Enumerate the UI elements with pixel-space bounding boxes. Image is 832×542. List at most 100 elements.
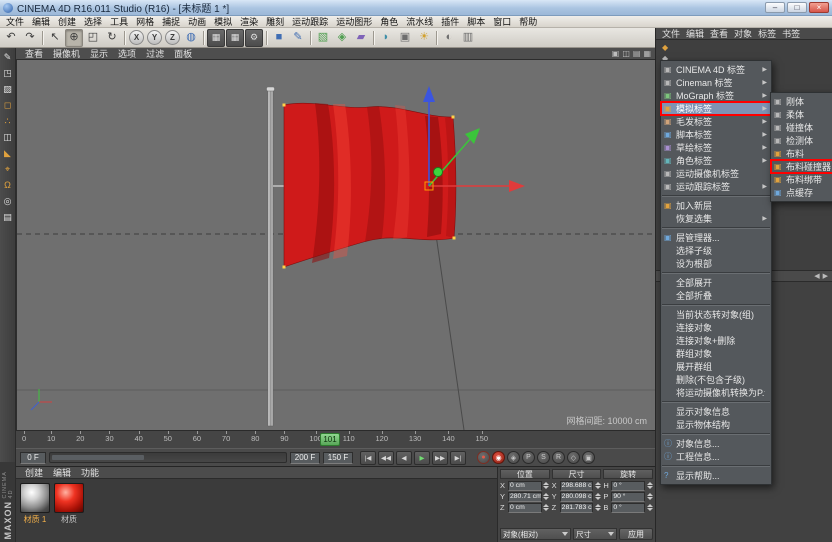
menu-item[interactable]: 运动图形: [332, 15, 376, 28]
submenu-item[interactable]: ▣ 刚体: [771, 95, 832, 108]
submenu-item[interactable]: ▣ 布料碰撞器: [771, 160, 832, 173]
workplane-mode-icon[interactable]: ◻: [1, 99, 15, 112]
move-tool-icon[interactable]: ⊕: [65, 29, 83, 47]
viewport[interactable]: 网格间距: 10000 cm: [16, 60, 655, 430]
context-menu-item[interactable]: 当前状态转对象(组): [661, 308, 771, 321]
context-menu-item[interactable]: ▣ 角色标签 ▶: [661, 154, 771, 167]
spinner[interactable]: [594, 493, 601, 500]
timeline-scrollbar[interactable]: [49, 452, 287, 463]
record-keyframe-button[interactable]: ●: [477, 451, 490, 464]
spinner[interactable]: [594, 504, 601, 511]
menu-item[interactable]: 选择: [80, 15, 106, 28]
cloth-point[interactable]: [283, 266, 286, 269]
context-menu-item[interactable]: 将运动摄像机转换为P.f: [661, 386, 771, 399]
om-menu-item[interactable]: 对象: [731, 27, 755, 40]
redo-icon[interactable]: ↷: [21, 29, 39, 47]
submenu-item[interactable]: ▣ 布料: [771, 147, 832, 160]
context-menu-item[interactable]: ▣ 层管理器...: [661, 231, 771, 244]
coordinate-system-icon[interactable]: ◍: [182, 29, 200, 47]
context-menu-item[interactable]: ⓘ 对象信息...: [661, 437, 771, 450]
toolbar-icon[interactable]: [308, 30, 313, 46]
viewport-menu-item[interactable]: 查看: [20, 47, 48, 60]
viewport-canvas[interactable]: 网格间距: 10000 cm: [17, 60, 656, 430]
viewport-menu-item[interactable]: 过滤: [141, 47, 169, 60]
menu-item[interactable]: 插件: [437, 15, 463, 28]
material-menu-item[interactable]: 创建: [20, 466, 48, 479]
layout-icon[interactable]: ▥: [459, 29, 477, 47]
material-menu-item[interactable]: 功能: [76, 466, 104, 479]
points-mode-icon[interactable]: ∴: [1, 115, 15, 128]
start-frame-field[interactable]: 0 F: [20, 452, 46, 464]
flag-pole[interactable]: [267, 87, 275, 426]
toolbar-icon[interactable]: [40, 30, 45, 46]
menu-item[interactable]: 工具: [106, 15, 132, 28]
apply-button[interactable]: 应用: [619, 528, 653, 540]
previous-key-button[interactable]: ◀◀: [378, 451, 394, 465]
menu-item[interactable]: 渲染: [236, 15, 262, 28]
spinner[interactable]: [543, 482, 550, 489]
cloth-point[interactable]: [452, 116, 455, 119]
nav-back-icon[interactable]: ◀: [814, 272, 819, 280]
viewport-menu-item[interactable]: 摄像机: [48, 47, 85, 60]
spinner[interactable]: [646, 482, 653, 489]
om-menu-item[interactable]: 查看: [707, 27, 731, 40]
submenu-item[interactable]: ▣ 碰撞体: [771, 121, 832, 134]
om-menu-item[interactable]: 书签: [779, 27, 803, 40]
cloth-point[interactable]: [453, 237, 456, 240]
om-menu-item[interactable]: 文件: [659, 27, 683, 40]
scale-tool-icon[interactable]: ◰: [84, 29, 102, 47]
toolbar-icon[interactable]: [264, 30, 269, 46]
edges-mode-icon[interactable]: ◫: [1, 131, 15, 144]
context-menu-item[interactable]: 连接对象+删除: [661, 334, 771, 347]
viewport-solo-icon[interactable]: ◎: [1, 195, 15, 208]
toolbar-icon[interactable]: [434, 30, 439, 46]
lock-x-axis-button[interactable]: X: [129, 30, 144, 45]
titlebar[interactable]: CINEMA 4D R16.011 Studio (R16) - [未标题 1 …: [0, 0, 832, 16]
coordinate-field[interactable]: 280.098 cm: [560, 492, 594, 502]
material-item[interactable]: 材质 1: [20, 483, 50, 525]
four-view-icon[interactable]: ▦: [643, 50, 651, 58]
keyframe-selection-button[interactable]: ◈: [507, 451, 520, 464]
record-rotation-button[interactable]: R: [552, 451, 565, 464]
texture-mode-icon[interactable]: ▨: [1, 83, 15, 96]
object-row[interactable]: ◆: [656, 42, 832, 53]
material-item[interactable]: 材质: [54, 483, 84, 525]
context-menu-item[interactable]: ⓘ 工程信息...: [661, 450, 771, 463]
context-menu-item[interactable]: 设为根部: [661, 257, 771, 270]
submenu-item[interactable]: ▣ 点缓存: [771, 186, 832, 199]
end-frame-field[interactable]: 200 F: [290, 452, 320, 464]
toolbar-icon[interactable]: [122, 30, 127, 46]
lock-y-axis-button[interactable]: Y: [147, 30, 162, 45]
submenu-item[interactable]: ▣ 布料绑带: [771, 173, 832, 186]
context-menu-item[interactable]: ? 显示帮助...: [661, 469, 771, 482]
material-thumbnail[interactable]: [54, 483, 84, 513]
render-picture-viewer-icon[interactable]: ▦: [226, 29, 244, 47]
toolbar-icon[interactable]: [201, 30, 206, 46]
size-mode-dropdown[interactable]: 尺寸: [573, 528, 617, 540]
menu-item[interactable]: 帮助: [515, 15, 541, 28]
live-selection-icon[interactable]: ↖: [46, 29, 64, 47]
lock-z-axis-button[interactable]: Z: [165, 30, 180, 45]
menu-item[interactable]: 运动跟踪: [288, 15, 332, 28]
context-menu-item[interactable]: ▣ MoGraph 标签 ▶: [661, 89, 771, 102]
enable-axis-icon[interactable]: ⌖: [1, 163, 15, 176]
context-menu-item[interactable]: 展开群组: [661, 360, 771, 373]
display-mode-icon[interactable]: ◐: [440, 29, 458, 47]
mograph-icon[interactable]: ◈: [333, 29, 351, 47]
play-button[interactable]: ▶: [414, 451, 430, 465]
context-menu-item[interactable]: ▣ 脚本标签 ▶: [661, 128, 771, 141]
coordinate-field[interactable]: 280.71 cm: [508, 492, 542, 502]
context-menu-item[interactable]: 显示物体结构: [661, 418, 771, 431]
menu-item[interactable]: 编辑: [28, 15, 54, 28]
three-view-icon[interactable]: ▤: [633, 50, 641, 58]
add-cube-icon[interactable]: ■: [270, 29, 288, 47]
context-menu-item[interactable]: ▣ 运动跟踪标签 ▶: [661, 180, 771, 193]
goto-end-button[interactable]: ▶|: [450, 451, 466, 465]
context-menu-item[interactable]: 显示对象信息: [661, 405, 771, 418]
om-menu-item[interactable]: 编辑: [683, 27, 707, 40]
previous-frame-button[interactable]: ◀: [396, 451, 412, 465]
record-position-button[interactable]: P: [522, 451, 535, 464]
workplane-icon[interactable]: ▤: [1, 211, 15, 224]
two-view-icon[interactable]: ◫: [622, 50, 630, 58]
context-menu-item[interactable]: ▣ 草绘标签 ▶: [661, 141, 771, 154]
